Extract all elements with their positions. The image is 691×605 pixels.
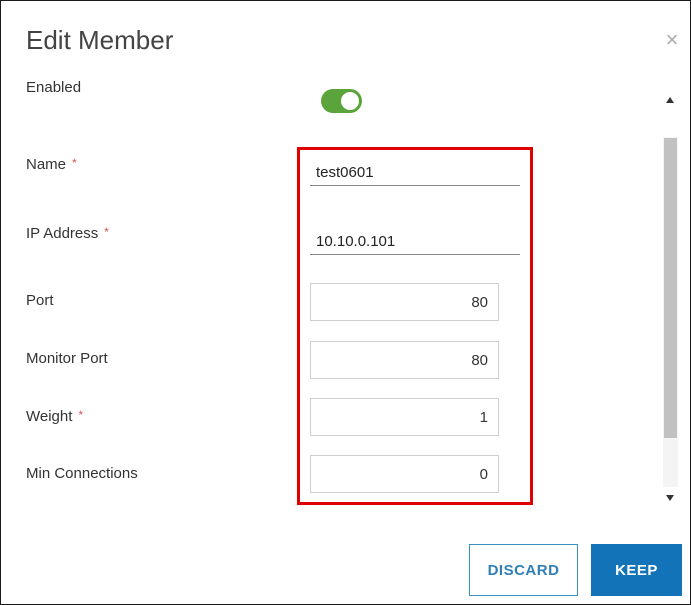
weight-label-text: Weight xyxy=(26,408,73,425)
enabled-toggle[interactable] xyxy=(321,89,362,113)
required-marker: * xyxy=(72,156,77,170)
enabled-label: Enabled xyxy=(26,81,81,96)
port-label-text: Port xyxy=(26,292,54,309)
chevron-down-icon[interactable] xyxy=(666,495,674,501)
ip-address-input[interactable] xyxy=(310,229,520,255)
min-connections-label-text: Min Connections xyxy=(26,465,138,482)
monitor-port-label: Monitor Port xyxy=(26,350,108,367)
edit-member-dialog: Edit Member × Enabled Name * IP Address * … xyxy=(0,0,691,605)
enabled-label-text: Enabled xyxy=(26,81,82,96)
monitor-port-label-text: Monitor Port xyxy=(26,350,108,367)
chevron-up-icon[interactable] xyxy=(666,97,674,103)
ip-address-label-text: IP Address xyxy=(26,225,99,242)
name-input[interactable] xyxy=(310,160,520,186)
required-marker: * xyxy=(78,408,84,422)
toggle-knob xyxy=(341,92,359,110)
dialog-title: Edit Member xyxy=(26,25,174,55)
min-connections-input[interactable] xyxy=(310,455,499,493)
port-input[interactable] xyxy=(310,283,499,321)
close-icon[interactable]: × xyxy=(663,29,681,51)
required-marker: * xyxy=(104,225,109,239)
name-label-text: Name xyxy=(26,156,67,173)
min-connections-label: Min Connections xyxy=(26,465,138,482)
name-label: Name * xyxy=(26,156,77,173)
port-label: Port xyxy=(26,292,54,309)
vertical-scrollbar[interactable] xyxy=(661,89,680,509)
weight-input[interactable] xyxy=(310,398,499,436)
ip-address-label: IP Address * xyxy=(26,225,109,242)
keep-button[interactable]: KEEP xyxy=(591,544,682,596)
weight-label: Weight * xyxy=(26,408,83,425)
scrollbar-thumb[interactable] xyxy=(664,138,677,438)
monitor-port-input[interactable] xyxy=(310,341,499,379)
discard-button[interactable]: DISCARD xyxy=(469,544,578,596)
form-scroll-area: Enabled Name * IP Address * Port Monitor P… xyxy=(1,81,656,513)
